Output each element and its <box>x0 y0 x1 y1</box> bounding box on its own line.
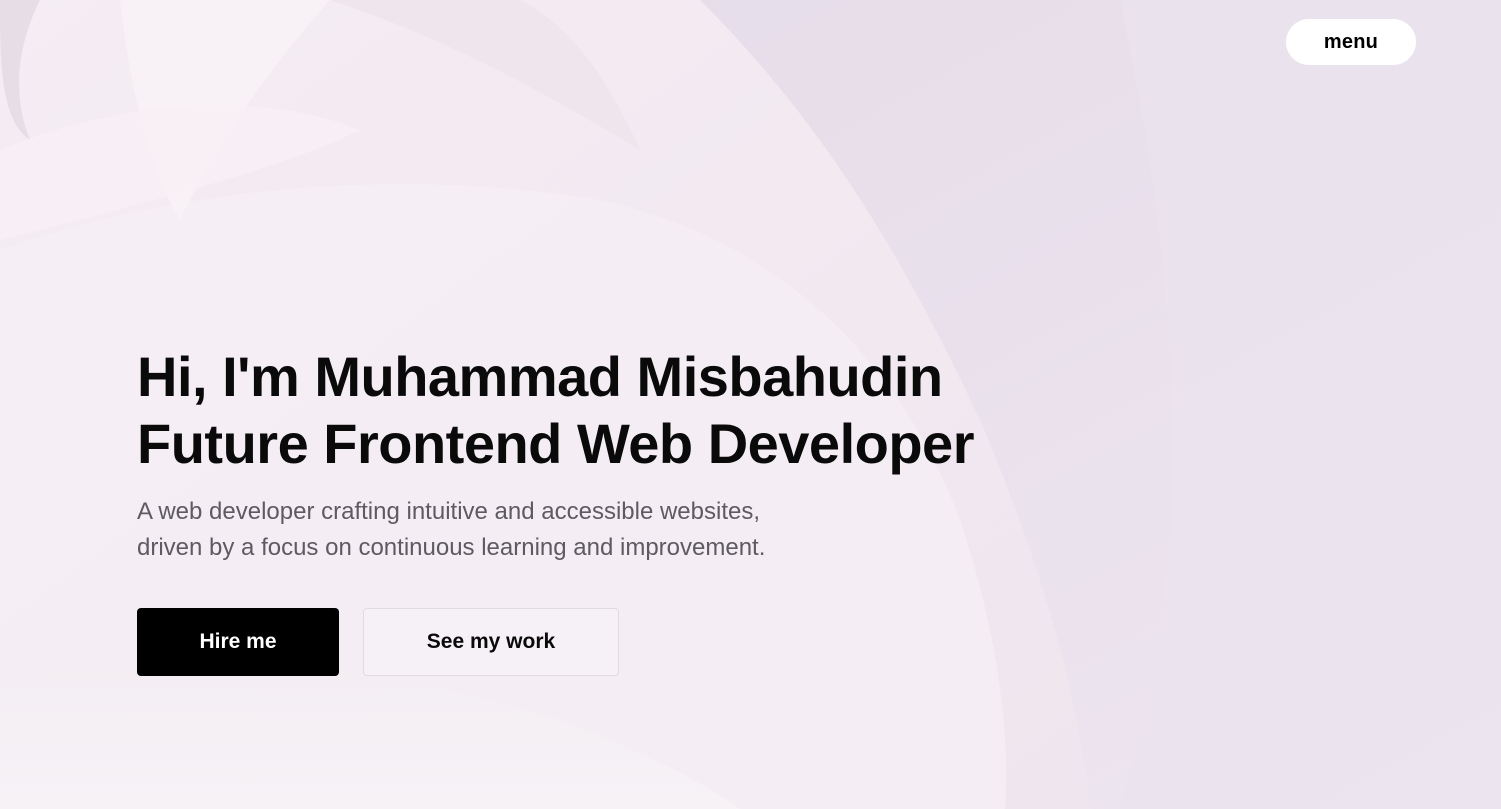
see-my-work-button[interactable]: See my work <box>363 608 619 676</box>
hero-heading: Hi, I'm Muhammad Misbahudin Future Front… <box>137 343 974 477</box>
hero-subtitle: A web developer crafting intuitive and a… <box>137 494 974 566</box>
hero-heading-line2: Future Frontend Web Developer <box>137 412 974 475</box>
menu-button[interactable]: menu <box>1286 19 1416 65</box>
hero-section: Hi, I'm Muhammad Misbahudin Future Front… <box>137 343 974 676</box>
hire-me-button[interactable]: Hire me <box>137 608 339 676</box>
hero-actions: Hire me See my work <box>137 608 974 676</box>
hero-subtitle-line1: A web developer crafting intuitive and a… <box>137 498 761 525</box>
hero-subtitle-line2: driven by a focus on continuous learning… <box>137 534 766 561</box>
hero-heading-line1: Hi, I'm Muhammad Misbahudin <box>137 345 943 408</box>
